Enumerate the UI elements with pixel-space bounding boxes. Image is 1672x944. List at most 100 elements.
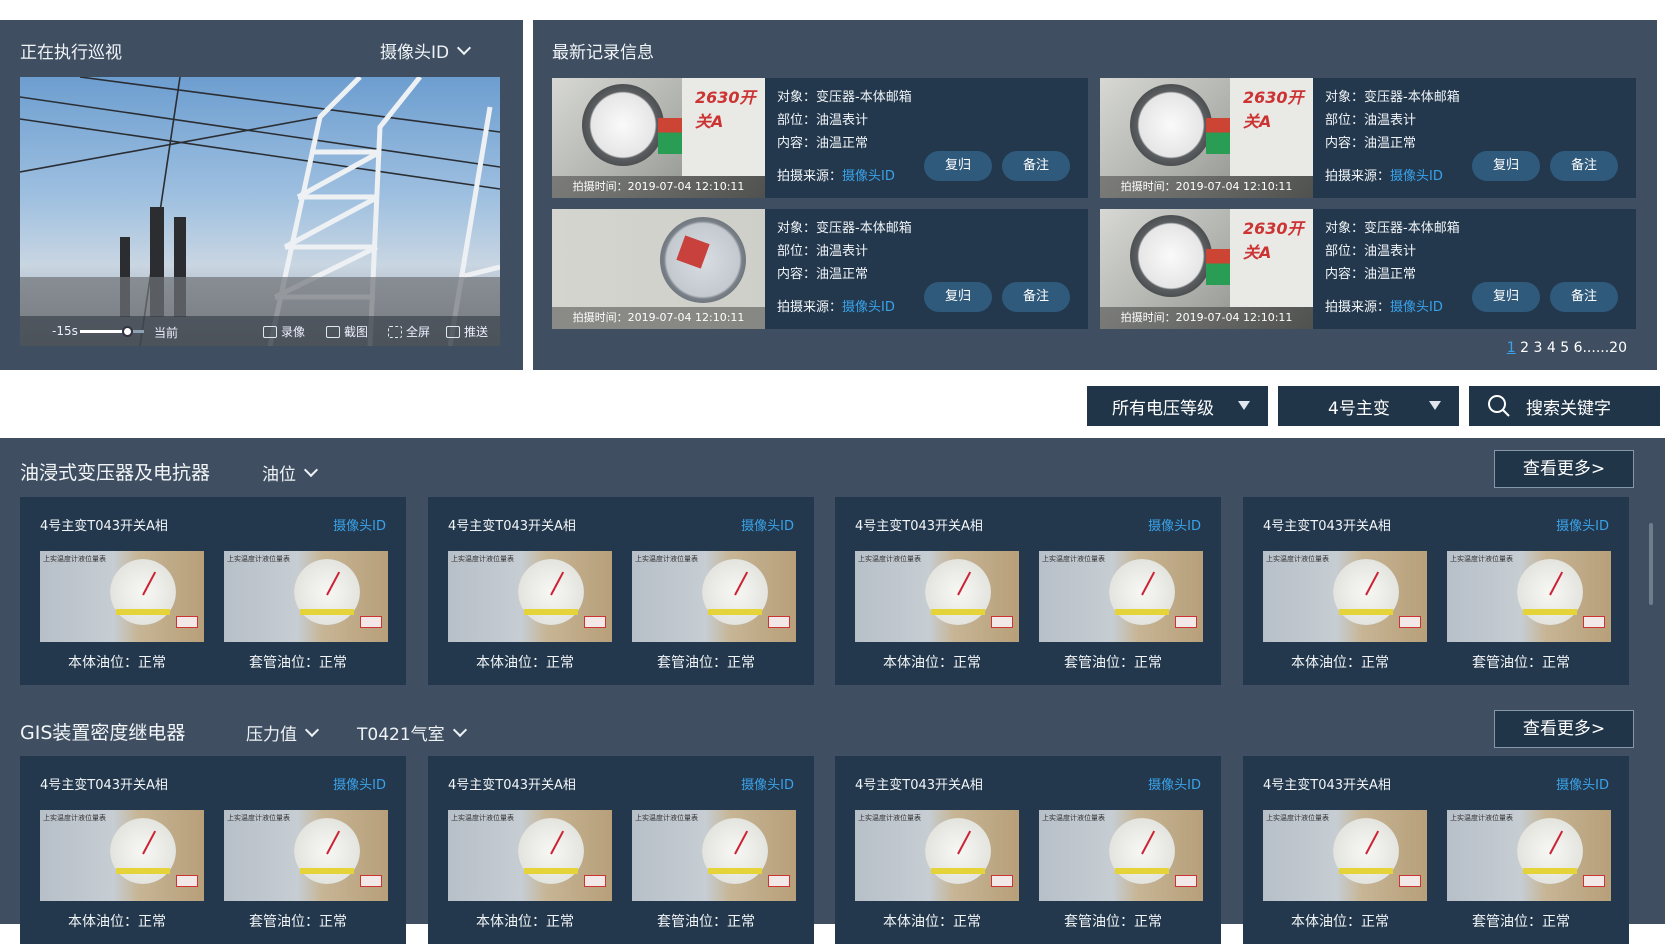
device-card[interactable]: 4号主变T043开关A相 摄像头ID 上实温度计液位量表 上实温度计液位量表 本体油位：…	[1243, 756, 1629, 944]
gauge-tag	[1523, 609, 1577, 615]
note-button[interactable]: 备注	[1002, 151, 1070, 181]
gauge-thumbnail[interactable]: 上实温度计液位量表	[224, 810, 388, 901]
gauge-tag	[300, 868, 354, 874]
body-oil-level: 本体油位：正常	[476, 914, 574, 930]
device-card[interactable]: 4号主变T043开关A相 摄像头ID 上实温度计液位量表 上实温度计液位量表 本体油位：…	[428, 497, 814, 685]
gas-chamber-select-label: T0421气室	[357, 725, 445, 745]
transformer-select[interactable]: 4号主变	[1278, 386, 1459, 426]
device-card[interactable]: 4号主变T043开关A相 摄像头ID 上实温度计液位量表 上实温度计液位量表本体油位：…	[20, 497, 406, 685]
chevron-down-icon	[457, 40, 472, 56]
gauge-thumbnail[interactable]: 上实温度计液位量表	[1447, 810, 1611, 901]
pressure-gauge	[1130, 215, 1212, 297]
camera-link[interactable]: 摄像头ID	[741, 515, 794, 534]
note-button[interactable]: 备注	[1550, 282, 1618, 312]
gas-chamber-select[interactable]: T0421气室	[357, 720, 467, 745]
page-current[interactable]: 1	[1507, 340, 1516, 356]
record-source-link[interactable]: 摄像头ID	[842, 169, 895, 184]
gauge-label-plate	[584, 875, 606, 887]
gauge-thumbnail[interactable]: 上实温度计液位量表	[448, 810, 612, 901]
record-source-link[interactable]: 摄像头ID	[1390, 169, 1443, 184]
scrollbar-thumb[interactable]	[1649, 523, 1653, 605]
camera-select[interactable]: 摄像头ID	[380, 38, 472, 63]
record-card[interactable]: 2630开关A 拍摄时间：2019-07-04 12:10:11 对象：变压器-…	[1100, 209, 1636, 329]
gauge-tag	[524, 609, 578, 615]
gauge-tag	[931, 609, 985, 615]
device-card[interactable]: 4号主变T043开关A相 摄像头ID 上实温度计液位量表 上实温度计液位量表 本体油位：…	[20, 756, 406, 944]
voltage-select[interactable]: 所有电压等级	[1087, 386, 1268, 426]
gauge-tag	[1523, 868, 1577, 874]
gauge-label-plate	[768, 616, 790, 628]
gauge-thumbnail[interactable]: 上实温度计液位量表	[1039, 551, 1203, 642]
gauge-thumbnail[interactable]: 上实温度计液位量表	[632, 810, 796, 901]
device-card[interactable]: 4号主变T043开关A相 摄像头ID 上实温度计液位量表 上实温度计液位量表 本体油位：…	[428, 756, 814, 944]
timeline-handle[interactable]	[122, 326, 133, 337]
body-oil-level: 本体油位：正常	[68, 655, 166, 671]
triangle-down-icon	[1429, 401, 1441, 410]
gauge-thumbnail[interactable]: 上实温度计液位量表	[1447, 551, 1611, 642]
camera-link[interactable]: 摄像头ID	[741, 774, 794, 793]
record-time: 拍摄时间：2019-07-04 12:10:11	[552, 176, 765, 198]
pagination: 1 2 3 4 5 6......20	[1507, 340, 1627, 356]
camera-link[interactable]: 摄像头ID	[1556, 515, 1609, 534]
device-card[interactable]: 4号主变T043开关A相 摄像头ID 上实温度计液位量表 上实温度计液位量表 本体油位：…	[835, 497, 1221, 685]
gauge-label-plate	[768, 875, 790, 887]
gauge-thumbnail[interactable]: 上实温度计液位量表	[448, 551, 612, 642]
gauge-thumbnail[interactable]: 上实温度计液位量表	[40, 810, 204, 901]
fullscreen-button[interactable]: 全屏	[388, 323, 430, 340]
timeline-slider[interactable]	[80, 326, 144, 337]
pressure-select[interactable]: 压力值	[246, 720, 320, 745]
gauge-thumbnail[interactable]: 上实温度计液位量表	[1039, 810, 1203, 901]
device-name: 4号主变T043开关A相	[40, 519, 168, 534]
record-thumbnail[interactable]: 拍摄时间：2019-07-04 12:10:11	[552, 209, 765, 329]
push-button[interactable]: 推送	[446, 323, 488, 340]
bushing-oil-level: 套管油位：正常	[1472, 914, 1570, 930]
device-card[interactable]: 4号主变T043开关A相 摄像头ID 上实温度计液位量表 上实温度计液位量表 本体油位：…	[1243, 497, 1629, 685]
record-card[interactable]: 2630开关A 拍摄时间：2019-07-04 12:10:11 对象：变压器-…	[1100, 78, 1636, 198]
search-box[interactable]: 搜索关键字	[1469, 386, 1660, 426]
gauge-tag	[1115, 868, 1169, 874]
gauge-label-plate	[991, 875, 1013, 887]
note-button[interactable]: 备注	[1550, 151, 1618, 181]
record-button[interactable]: 录像	[263, 323, 305, 340]
view-more-button[interactable]: 查看更多>	[1494, 450, 1634, 488]
device-card[interactable]: 4号主变T043开关A相 摄像头ID 上实温度计液位量表 上实温度计液位量表 本体油位：…	[835, 756, 1221, 944]
reset-button[interactable]: 复归	[1472, 282, 1540, 312]
record-card[interactable]: 拍摄时间：2019-07-04 12:10:11 对象：变压器-本体邮箱 部位：…	[552, 209, 1088, 329]
reset-button[interactable]: 复归	[924, 282, 992, 312]
gauge-label-plate	[360, 875, 382, 887]
live-video[interactable]: -15s 当前 录像 截图 全屏 推送	[20, 77, 500, 346]
record-thumbnail[interactable]: 2630开关A 拍摄时间：2019-07-04 12:10:11	[1100, 209, 1313, 329]
camera-link[interactable]: 摄像头ID	[1148, 774, 1201, 793]
gauge-thumbnail[interactable]: 上实温度计液位量表	[632, 551, 796, 642]
record-card[interactable]: 2630开关A 拍摄时间：2019-07-04 12:10:11 对象：变压器-…	[552, 78, 1088, 198]
gauge-thumbnail[interactable]: 上实温度计液位量表	[1263, 551, 1427, 642]
gauge-thumbnail[interactable]: 上实温度计液位量表	[1263, 810, 1427, 901]
camera-link[interactable]: 摄像头ID	[1148, 515, 1201, 534]
camera-link[interactable]: 摄像头ID	[333, 515, 386, 534]
screenshot-button[interactable]: 截图	[326, 323, 368, 340]
body-oil-level: 本体油位：正常	[476, 655, 574, 671]
gauge-tag	[116, 868, 170, 874]
reset-button[interactable]: 复归	[924, 151, 992, 181]
gauge-thumbnail[interactable]: 上实温度计液位量表	[855, 810, 1019, 901]
record-thumbnail[interactable]: 2630开关A 拍摄时间：2019-07-04 12:10:11	[552, 78, 765, 198]
record-content: 内容：油温正常	[1325, 136, 1417, 151]
gauge-caption: 上实温度计液位量表	[635, 555, 698, 563]
record-source-link[interactable]: 摄像头ID	[842, 300, 895, 315]
gauge-thumbnail[interactable]: 上实温度计液位量表	[224, 551, 388, 642]
gauge-caption: 上实温度计液位量表	[1042, 814, 1105, 822]
gauge-thumbnail[interactable]: 上实温度计液位量表	[40, 551, 204, 642]
note-button[interactable]: 备注	[1002, 282, 1070, 312]
page-links[interactable]: 2 3 4 5 6......20	[1520, 340, 1627, 356]
video-control-bar: -15s 当前 录像 截图 全屏 推送	[20, 316, 500, 346]
oil-level-select[interactable]: 油位	[262, 460, 319, 485]
view-more-button[interactable]: 查看更多>	[1494, 710, 1634, 748]
record-source-label: 拍摄来源：	[1325, 169, 1391, 184]
record-source-link[interactable]: 摄像头ID	[1390, 300, 1443, 315]
record-thumbnail[interactable]: 2630开关A 拍摄时间：2019-07-04 12:10:11	[1100, 78, 1313, 198]
gauge-label-plate	[991, 616, 1013, 628]
reset-button[interactable]: 复归	[1472, 151, 1540, 181]
camera-link[interactable]: 摄像头ID	[333, 774, 386, 793]
gauge-thumbnail[interactable]: 上实温度计液位量表	[855, 551, 1019, 642]
camera-link[interactable]: 摄像头ID	[1556, 774, 1609, 793]
